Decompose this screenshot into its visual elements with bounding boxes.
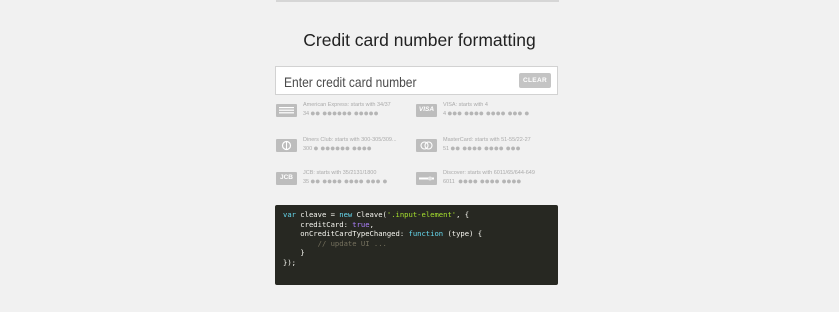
code-comment: // update UI ... — [283, 238, 387, 248]
page-title: Credit card number formatting — [303, 30, 536, 50]
card-type-jcb: JCB JCB: starts with 35/2131/1800 35●● ●… — [276, 170, 416, 200]
card-mask: 51●● ●●●● ●●●● ●●● — [443, 143, 521, 153]
jcb-logo-icon: JCB — [276, 172, 297, 185]
code-line: }); — [283, 257, 296, 267]
card-type-visa: VISA VISA: starts with 4 4●●● ●●●● ●●●● … — [416, 102, 556, 132]
code-line: } — [283, 248, 305, 258]
card-input-container: CLEAR — [275, 66, 558, 95]
code-line: creditCard: true, — [283, 219, 374, 229]
visa-logo-icon: VISA — [416, 104, 437, 117]
card-type-amex: American Express: starts with 34/37 34●●… — [276, 102, 416, 132]
mastercard-logo-icon — [416, 139, 437, 152]
card-mask: 300● ●●●●●● ●●●● — [303, 143, 372, 153]
top-divider — [276, 0, 559, 2]
card-mask: 6011 ●●●● ●●●● ●●●● — [443, 176, 522, 186]
card-mask: 34●● ●●●●●● ●●●●● — [303, 108, 379, 118]
clear-button[interactable]: CLEAR — [519, 73, 551, 88]
card-type-mastercard: MasterCard: starts with 51-55/22-27 51●●… — [416, 137, 556, 167]
amex-logo-icon — [276, 104, 297, 117]
code-line: var cleave = new Cleave('.input-element'… — [283, 210, 470, 219]
card-mask: 35●● ●●●● ●●●● ●●● ● — [303, 176, 388, 186]
code-example: var cleave = new Cleave('.input-element'… — [275, 205, 558, 285]
card-type-diners: Diners Club: starts with 300-305/309... … — [276, 137, 416, 167]
code-line: onCreditCardTypeChanged: function (type)… — [283, 229, 483, 239]
discover-logo-icon — [416, 172, 437, 185]
card-mask: 4●●● ●●●● ●●●● ●●● ● — [443, 108, 530, 118]
credit-card-input[interactable] — [284, 73, 482, 91]
diners-logo-icon — [276, 139, 297, 152]
card-type-discover: Discover: starts with 6011/65/644-649 60… — [416, 170, 556, 200]
